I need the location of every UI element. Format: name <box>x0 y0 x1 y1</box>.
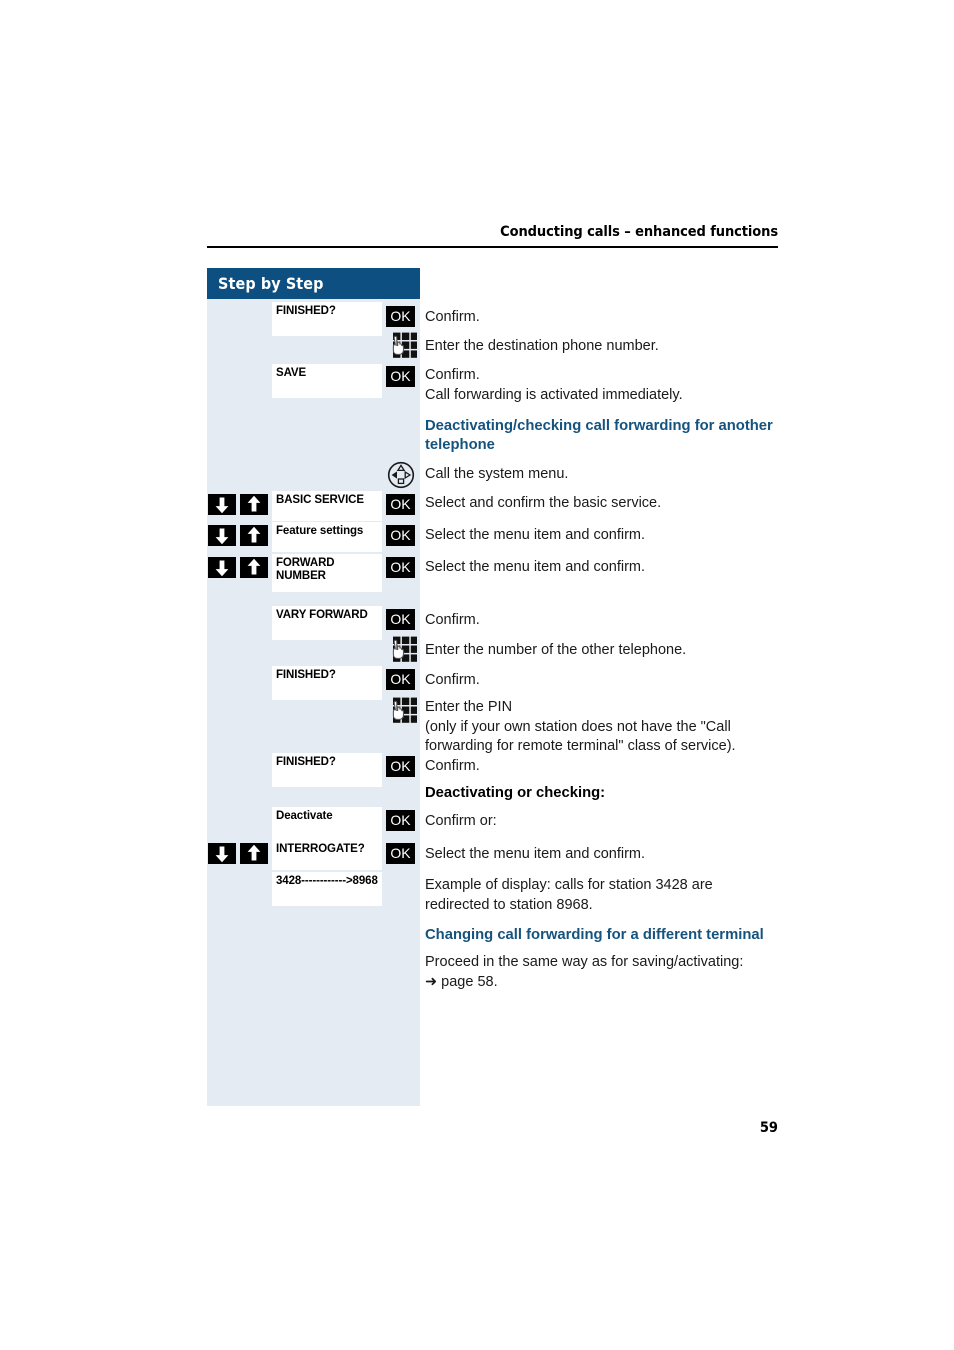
scroll-arrow-pair <box>208 557 270 578</box>
phone-display-text: FORWARD NUMBER <box>276 557 335 582</box>
instruction-text: Confirm. Call forwarding is activated im… <box>425 367 683 403</box>
phone-display-text: FINISHED? <box>276 305 336 317</box>
phone-display-box: FINISHED? <box>272 302 382 336</box>
instruction-text: Select the menu item and confirm. <box>425 559 646 575</box>
instruction-text: Proceed in the same way as for saving/ac… <box>425 954 744 990</box>
keypad-icon <box>385 331 419 363</box>
ok-button[interactable]: OK <box>386 669 415 690</box>
phone-display-box: VARY FORWARD <box>272 606 382 640</box>
arrow-up-icon[interactable] <box>240 843 268 864</box>
instruction-text: Confirm or: <box>425 813 497 829</box>
phone-display-text: SAVE <box>276 367 307 379</box>
section-heading: Changing call forwarding for a different… <box>425 927 764 943</box>
scroll-arrow-pair <box>208 525 270 546</box>
arrow-down-icon[interactable] <box>208 525 236 546</box>
scroll-arrow-pair <box>208 494 270 515</box>
keypad-icon <box>385 635 419 667</box>
instruction-text: Enter the PIN (only if your own station … <box>425 699 736 754</box>
arrow-down-icon[interactable] <box>208 843 236 864</box>
instruction-text: Enter the number of the other telephone. <box>425 642 687 658</box>
phone-display-text: Feature settings <box>276 525 364 537</box>
phone-display-box: INTERROGATE? <box>272 840 382 870</box>
ok-button[interactable]: OK <box>386 366 415 387</box>
phone-display-text: FINISHED? <box>276 756 336 768</box>
arrow-up-icon[interactable] <box>240 525 268 546</box>
step-by-step-title: Step by Step <box>218 274 324 293</box>
ok-button[interactable]: OK <box>386 525 415 546</box>
phone-display-box: FINISHED? <box>272 753 382 787</box>
arrow-up-icon[interactable] <box>240 557 268 578</box>
page-number: 59 <box>759 1120 778 1136</box>
arrow-down-icon[interactable] <box>208 557 236 578</box>
instruction-text: Select and confirm the basic service. <box>425 495 662 511</box>
arrow-down-icon[interactable] <box>208 494 236 515</box>
instruction-text: Confirm. <box>425 672 480 688</box>
phone-display-box: FINISHED? <box>272 666 382 700</box>
phone-display-text: Deactivate <box>276 810 333 822</box>
ok-button[interactable]: OK <box>386 494 415 515</box>
step-by-step-header: Step by Step <box>207 268 420 299</box>
keypad-icon <box>385 696 419 728</box>
phone-display-box: Feature settings <box>272 522 382 552</box>
phone-display-text: 3428------------>8968 <box>276 875 378 887</box>
instruction-text: Select the menu item and confirm. <box>425 527 646 543</box>
ok-button[interactable]: OK <box>386 306 415 327</box>
instruction-text: Enter the destination phone number. <box>425 338 659 354</box>
instruction-text: Call the system menu. <box>425 466 569 482</box>
phone-display-text: FINISHED? <box>276 669 336 681</box>
ok-button[interactable]: OK <box>386 557 415 578</box>
ok-button[interactable]: OK <box>386 810 415 831</box>
phone-display-box: Deactivate <box>272 807 382 841</box>
section-heading: Deactivating/checking call forwarding fo… <box>425 418 773 453</box>
instruction-text: Confirm. <box>425 612 480 628</box>
phone-display-box: SAVE <box>272 364 382 398</box>
instruction-text: Example of display: calls for station 34… <box>425 877 713 913</box>
running-head: Conducting calls – enhanced functions <box>500 224 778 240</box>
ok-button[interactable]: OK <box>386 843 415 864</box>
header-rule <box>207 246 778 248</box>
instruction-text: Confirm. <box>425 758 480 774</box>
navigator-icon <box>386 460 418 492</box>
section-heading: Deactivating or checking: <box>425 785 606 801</box>
phone-display-text: INTERROGATE? <box>276 843 365 855</box>
phone-display-box: BASIC SERVICE <box>272 491 382 521</box>
ok-button[interactable]: OK <box>386 756 415 777</box>
phone-display-box: 3428------------>8968 <box>272 872 382 906</box>
phone-display-text: BASIC SERVICE <box>276 494 364 506</box>
instruction-text: Select the menu item and confirm. <box>425 846 646 862</box>
arrow-up-icon[interactable] <box>240 494 268 515</box>
scroll-arrow-pair <box>208 843 270 864</box>
phone-display-box: FORWARD NUMBER <box>272 554 382 592</box>
instruction-text: Confirm. <box>425 309 480 325</box>
ok-button[interactable]: OK <box>386 609 415 630</box>
phone-display-text: VARY FORWARD <box>276 609 368 621</box>
